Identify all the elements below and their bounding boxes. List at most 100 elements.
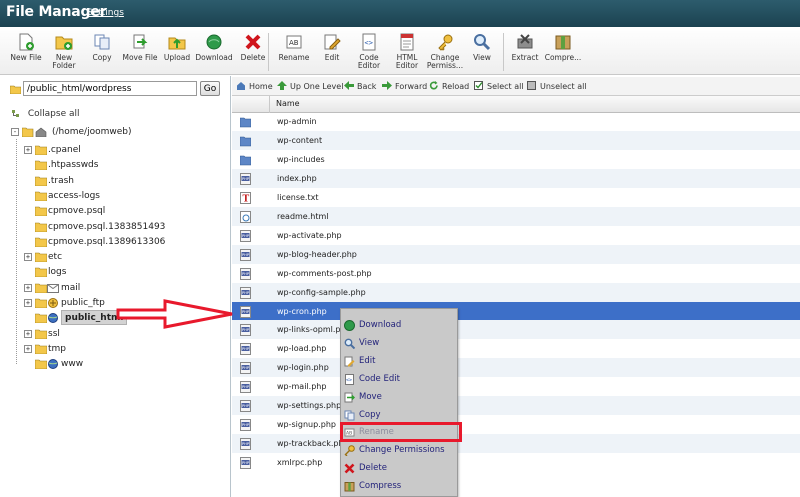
file-row[interactable]: wp-content xyxy=(232,130,800,150)
file-row[interactable]: PHP wp-activate.php xyxy=(232,226,800,245)
file-name: wp-blog-header.php xyxy=(277,249,357,259)
context-menu-item-label: Delete xyxy=(359,463,387,474)
tree-item-trash[interactable]: .trash xyxy=(0,174,231,188)
context-menu-item-edit[interactable]: Edit xyxy=(341,353,457,370)
php-file-icon: PHP xyxy=(240,172,251,185)
copy-icon xyxy=(344,410,355,420)
expand-toggle[interactable]: + xyxy=(24,146,32,154)
context-menu-item-compress[interactable]: Compress xyxy=(341,478,457,495)
go-button[interactable]: Go xyxy=(200,81,220,96)
code-editor-icon: <> xyxy=(345,373,354,385)
settings-link[interactable]: Settings xyxy=(87,8,124,18)
file-name: wp-admin xyxy=(277,117,317,126)
tree-item-htpasswds[interactable]: .htpasswds xyxy=(0,158,231,172)
collapse-all-link[interactable]: Collapse all xyxy=(11,109,80,119)
php-file-icon: PHP xyxy=(240,248,251,261)
file-row[interactable]: PHP wp-blog-header.php xyxy=(232,244,800,264)
select-all-button[interactable]: Select all xyxy=(474,81,524,91)
svg-text:AB: AB xyxy=(289,39,299,47)
file-name: wp-config-sample.php xyxy=(277,287,366,297)
file-row[interactable]: PHP wp-settings.php xyxy=(232,396,800,416)
expand-toggle[interactable]: + xyxy=(24,329,32,338)
delete-icon xyxy=(245,34,261,50)
folder-icon xyxy=(35,313,47,324)
navigation-bar: Home Up One Level Back Forward Reload Se… xyxy=(232,77,800,96)
tree-root[interactable]: - (/home/joomweb) xyxy=(0,125,231,139)
context-menu-item-code-edit[interactable]: <> Code Edit xyxy=(341,371,457,388)
context-menu-item-copy[interactable]: Copy xyxy=(341,407,457,424)
file-row[interactable]: PHP wp-config-sample.php xyxy=(232,282,800,302)
download-icon xyxy=(344,320,355,331)
app-header: File Manager Settings xyxy=(0,0,800,27)
unselect-all-button[interactable]: Unselect all xyxy=(527,81,587,91)
file-row[interactable]: readme.html xyxy=(232,206,800,226)
compress-icon xyxy=(555,35,571,50)
tree-item-cpmove-psql-1389613306[interactable]: cpmove.psql.1389613306 xyxy=(0,235,231,249)
unselect-all-label: Unselect all xyxy=(540,82,587,91)
file-row[interactable]: PHP wp-login.php xyxy=(232,358,800,378)
reload-button[interactable]: Reload xyxy=(429,81,469,91)
expand-toggle[interactable]: + xyxy=(24,299,32,307)
home-button[interactable]: Home xyxy=(236,81,273,91)
tree-item-label: etc xyxy=(48,252,63,263)
tree-item-public-html[interactable]: public_html xyxy=(0,310,231,326)
download-button[interactable]: Download xyxy=(192,33,236,62)
up-one-level-button[interactable]: Up One Level xyxy=(277,81,343,91)
file-row[interactable]: PHP wp-load.php xyxy=(232,339,800,358)
file-row[interactable]: PHP wp-links-opml.php xyxy=(232,320,800,340)
php-file-icon: PHP xyxy=(240,362,251,375)
php-file-icon: PHP xyxy=(240,324,251,337)
file-row[interactable]: wp-admin xyxy=(232,112,800,131)
file-row[interactable]: PHP wp-signup.php xyxy=(232,415,800,434)
folder-icon xyxy=(240,117,251,128)
collapse-toggle[interactable]: - xyxy=(11,128,19,136)
tree-item-cpanel[interactable]: + .cpanel xyxy=(0,143,231,157)
file-row[interactable]: PHP xmlrpc.php xyxy=(232,453,800,472)
expand-toggle[interactable]: + xyxy=(24,283,32,292)
context-menu-item-move[interactable]: Move xyxy=(341,389,457,406)
name-column-header[interactable]: Name xyxy=(276,99,300,108)
magnifier-icon xyxy=(474,34,491,51)
file-row[interactable]: Tlicense.txt xyxy=(232,188,800,207)
php-file-icon: PHP xyxy=(240,381,251,394)
context-menu-item-change-permissions[interactable]: Change Permissions xyxy=(341,442,457,459)
path-input[interactable] xyxy=(23,81,197,96)
file-row[interactable]: PHP wp-cron.php xyxy=(232,301,800,321)
file-row[interactable]: PHP index.php xyxy=(232,168,800,188)
mail-icon xyxy=(47,283,59,293)
tree-item-logs[interactable]: logs xyxy=(0,265,231,279)
tree-item-www[interactable]: www xyxy=(0,357,231,371)
tree-item-cpmove-psql-1383851493[interactable]: cpmove.psql.1383851493 xyxy=(0,220,231,234)
svg-text:PHP: PHP xyxy=(242,385,250,389)
expand-toggle[interactable]: + xyxy=(24,253,32,262)
tree-item-mail[interactable]: + mail xyxy=(0,281,231,295)
tree-item-public-ftp[interactable]: + public_ftp xyxy=(0,296,231,310)
compress-button[interactable]: Compre... xyxy=(541,33,585,62)
file-row[interactable]: PHP wp-comments-post.php xyxy=(232,264,800,283)
tree-item-ssl[interactable]: + ssl xyxy=(0,327,231,341)
file-name: wp-comments-post.php xyxy=(277,268,372,278)
context-menu-item-label: Code Edit xyxy=(359,373,400,384)
context-menu-item-view[interactable]: View xyxy=(341,335,457,352)
collapse-icon xyxy=(12,110,19,117)
folder-icon xyxy=(240,136,251,147)
expand-toggle[interactable]: + xyxy=(24,344,32,353)
file-row[interactable]: PHP wp-mail.php xyxy=(232,377,800,396)
context-menu-item-delete[interactable]: Delete xyxy=(341,460,457,477)
file-row[interactable]: PHP wp-trackback.php xyxy=(232,434,800,454)
file-row[interactable]: wp-includes xyxy=(232,150,800,169)
tree-root-label: (/home/joomweb) xyxy=(52,127,132,137)
svg-text:<>: <> xyxy=(346,377,352,383)
context-menu-item-label: Copy xyxy=(359,409,381,420)
view-button[interactable]: View xyxy=(460,33,504,62)
tree-item-label: mail xyxy=(61,282,81,293)
file-name: wp-content xyxy=(277,135,323,145)
context-menu-item-download[interactable]: Download xyxy=(341,317,457,334)
back-button[interactable]: Back xyxy=(344,81,376,91)
tree-item-access-logs[interactable]: access-logs xyxy=(0,189,231,203)
home-icon xyxy=(237,82,245,90)
tree-item-etc[interactable]: + etc xyxy=(0,250,231,264)
forward-button[interactable]: Forward xyxy=(382,81,427,91)
tree-item-tmp[interactable]: + tmp xyxy=(0,342,231,356)
tree-item-cpmove-psql[interactable]: cpmove.psql xyxy=(0,204,231,218)
